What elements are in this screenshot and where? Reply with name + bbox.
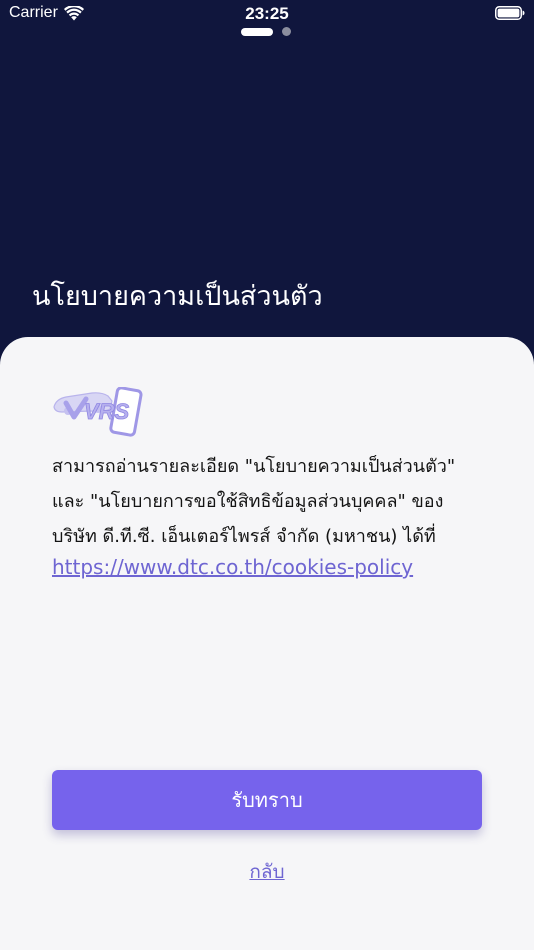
status-bar: Carrier 23:25 xyxy=(0,0,534,28)
vrs-logo: VRS xyxy=(53,387,143,437)
clock: 23:25 xyxy=(245,4,289,23)
content-sheet: VRS สามารถอ่านรายละเอียด "นโยบายความเป็น… xyxy=(0,337,534,950)
description-line: บริษัท ดี.ที.ซี. เอ็นเตอร์ไพรส์ จำกัด (ม… xyxy=(52,526,436,547)
page-indicator xyxy=(241,27,291,36)
logo-text: VRS xyxy=(84,399,130,424)
policy-url-link[interactable]: https://www.dtc.co.th/cookies-policy xyxy=(52,555,413,579)
policy-description: สามารถอ่านรายละเอียด "นโยบายความเป็นส่วน… xyxy=(52,449,492,554)
back-link[interactable]: กลับ xyxy=(0,857,534,887)
page-title: นโยบายความเป็นส่วนตัว xyxy=(32,281,323,312)
battery-icon xyxy=(495,6,525,20)
page-dot-active[interactable] xyxy=(241,27,273,36)
description-line: สามารถอ่านรายละเอียด "นโยบายความเป็นส่วน… xyxy=(52,456,456,477)
page-dot[interactable] xyxy=(282,27,291,36)
description-line: และ "นโยบายการขอใช้สิทธิข้อมูลส่วนบุคคล"… xyxy=(52,491,444,512)
accept-button[interactable]: รับทราบ xyxy=(52,770,482,830)
